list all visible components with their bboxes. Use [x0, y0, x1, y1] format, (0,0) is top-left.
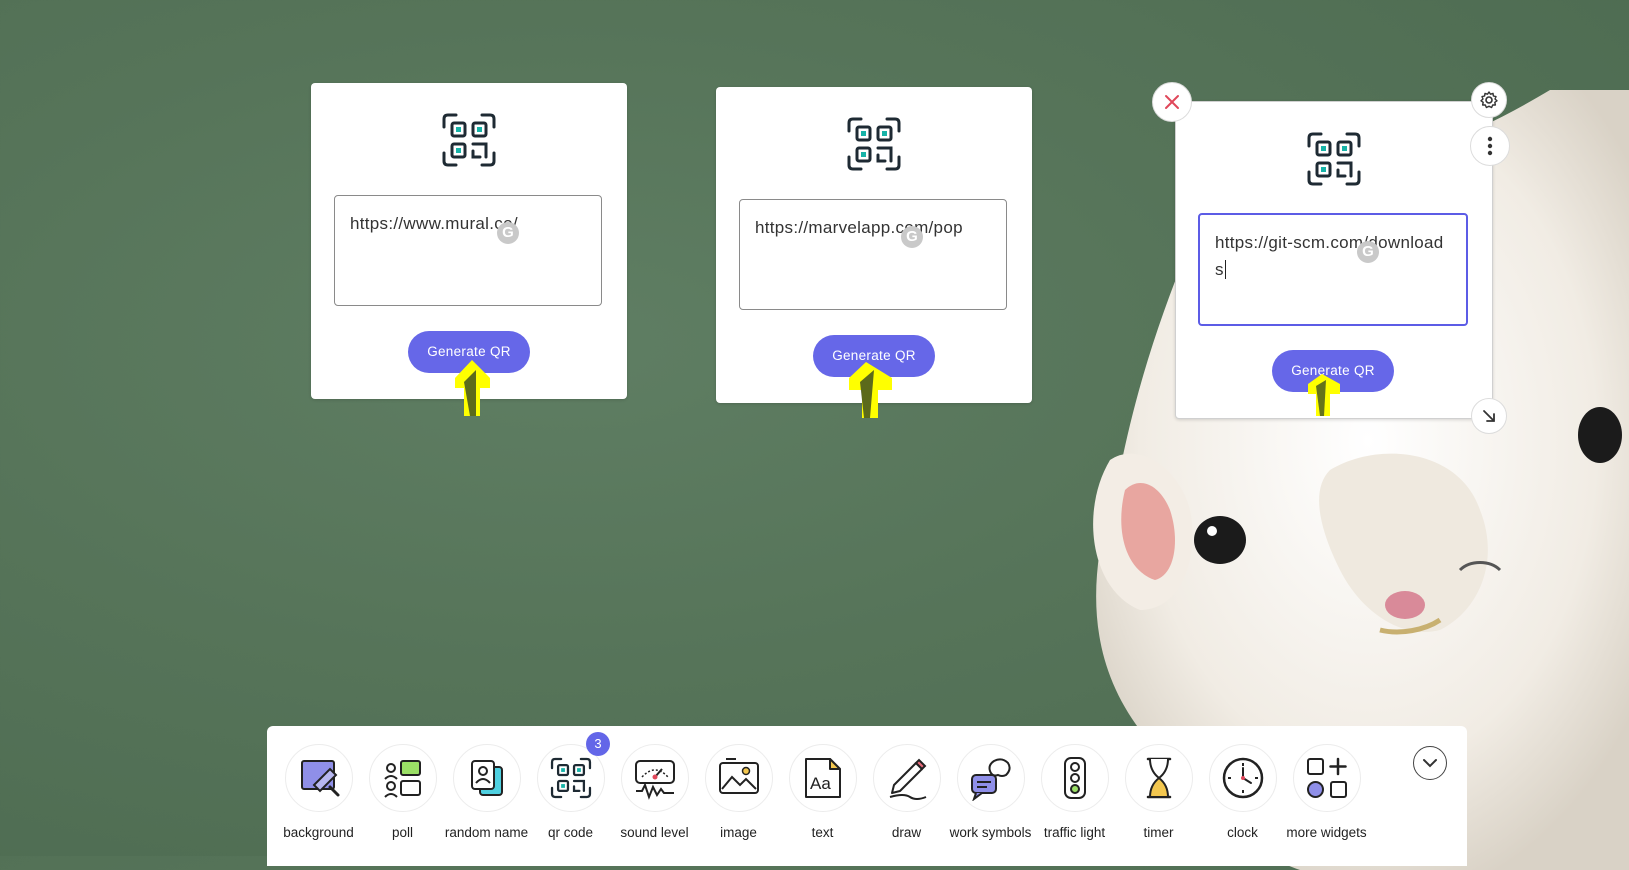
tool-label: poll	[391, 825, 413, 840]
tool-label: more widgets	[1286, 825, 1367, 840]
grammarly-icon[interactable]: G	[901, 226, 923, 248]
tool-label: qr code	[547, 825, 594, 840]
grammarly-icon[interactable]: G	[497, 222, 519, 244]
widget-more-options-button[interactable]	[1470, 126, 1510, 166]
toolbar-item-poll[interactable]: poll	[360, 744, 445, 842]
tool-label: background	[283, 825, 354, 840]
url-input[interactable]: https://marvelapp.com/pop	[739, 199, 1007, 310]
toolbar-item-background[interactable]: background	[276, 744, 361, 842]
tool-circle[interactable]	[956, 744, 1025, 812]
poll-icon	[383, 760, 421, 798]
qr-widget-2: https://marvelapp.com/pop G Generate QR	[716, 87, 1032, 403]
toolbar-item-work-symbols[interactable]: work symbols	[948, 744, 1033, 842]
toolbar-item-random-name[interactable]: random name	[444, 744, 529, 842]
qr-code-icon	[847, 117, 901, 171]
close-widget-button[interactable]	[1152, 82, 1192, 122]
tool-circle[interactable]	[368, 744, 437, 812]
tool-label: work symbols	[949, 825, 1032, 840]
toolbar-item-traffic-light[interactable]: traffic light	[1032, 744, 1117, 842]
tool-circle[interactable]	[1124, 744, 1193, 812]
toolbar-item-text[interactable]: Aa text	[780, 744, 865, 842]
url-text: https://git-scm.com/downloads	[1215, 233, 1444, 279]
toolbar-item-clock[interactable]: clock	[1200, 744, 1285, 842]
tool-circle[interactable]	[1292, 744, 1361, 812]
cursor-highlight-icon	[1308, 374, 1340, 416]
tool-circle[interactable]: Aa	[788, 744, 857, 812]
text-caret	[1224, 260, 1226, 279]
tool-label: clock	[1227, 825, 1258, 840]
tool-circle[interactable]	[1040, 744, 1109, 812]
tool-circle[interactable]	[620, 744, 689, 812]
close-icon	[1165, 95, 1179, 109]
text-icon: Aa	[804, 758, 841, 798]
url-text: https://www.mural.co/	[350, 214, 518, 233]
gear-icon	[1480, 91, 1498, 109]
url-input[interactable]: https://www.mural.co/	[334, 195, 602, 306]
cursor-highlight-icon	[455, 360, 490, 416]
toolbar-item-draw[interactable]: draw	[864, 744, 949, 842]
timer-icon	[1146, 757, 1171, 799]
toolbar-item-timer[interactable]: timer	[1116, 744, 1201, 842]
resize-arrow-icon	[1483, 410, 1495, 422]
more-widgets-icon	[1306, 757, 1347, 798]
tool-label: draw	[891, 825, 922, 840]
tool-label: sound level	[620, 825, 689, 840]
tool-label: image	[720, 825, 757, 840]
background-icon	[300, 760, 339, 797]
tool-label: random name	[444, 825, 529, 840]
image-icon	[718, 758, 759, 794]
tool-label: text	[811, 825, 834, 840]
tool-circle[interactable]	[1208, 744, 1277, 812]
qr-widget-1: https://www.mural.co/ G Generate QR	[311, 83, 627, 399]
qr-code-icon	[1307, 132, 1361, 186]
clock-icon	[1222, 757, 1263, 799]
qr-code-icon	[442, 113, 496, 167]
qr-code-icon	[550, 757, 591, 799]
draw-icon	[889, 758, 926, 800]
tool-label: traffic light	[1043, 825, 1106, 840]
tool-circle[interactable]	[872, 744, 941, 812]
traffic-light-icon	[1063, 757, 1086, 799]
cursor-highlight-icon	[849, 362, 892, 418]
toolbar-item-sound-level[interactable]: sound level	[612, 744, 697, 842]
chevron-down-icon	[1423, 759, 1437, 768]
tool-circle[interactable]	[452, 744, 521, 812]
toolbar-item-qr-code[interactable]: 3 qr code	[528, 732, 613, 842]
toolbar-expand-button[interactable]	[1413, 746, 1447, 780]
random-name-icon	[470, 760, 503, 796]
tool-circle[interactable]	[704, 744, 773, 812]
qr-count-badge: 3	[586, 732, 610, 756]
toolbar-item-more-widgets[interactable]: more widgets	[1284, 744, 1369, 842]
tool-circle[interactable]	[284, 744, 353, 812]
url-input[interactable]: https://git-scm.com/downloads	[1198, 213, 1468, 326]
svg-text:Aa: Aa	[810, 774, 831, 793]
widget-settings-button[interactable]	[1471, 82, 1507, 118]
grammarly-icon[interactable]: G	[1357, 241, 1379, 263]
tool-label: timer	[1143, 825, 1174, 840]
toolbar-item-image[interactable]: image	[696, 744, 781, 842]
url-text: https://marvelapp.com/pop	[755, 218, 963, 237]
sound-level-icon	[634, 760, 675, 800]
widget-toolbar: background poll random name 3 qr code so…	[267, 726, 1467, 866]
work-symbols-icon	[970, 758, 1011, 801]
widget-resize-handle[interactable]	[1471, 398, 1507, 434]
more-vertical-icon	[1487, 136, 1493, 156]
